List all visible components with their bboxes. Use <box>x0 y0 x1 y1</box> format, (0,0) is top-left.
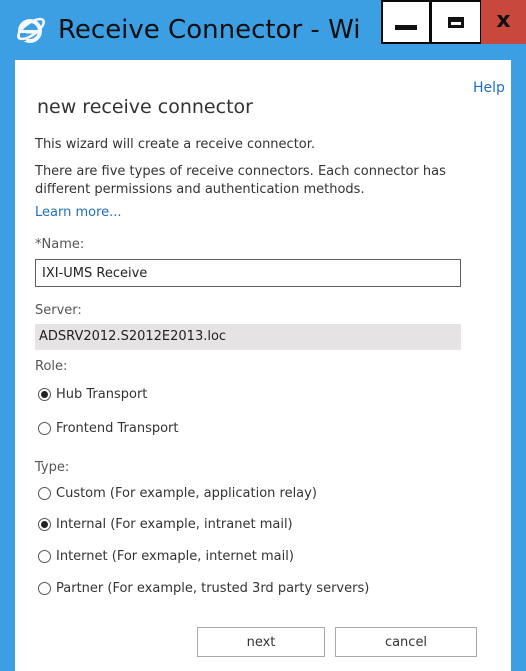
window-title: Receive Connector - Wi <box>58 15 361 45</box>
role-label: Role: <box>35 359 68 374</box>
role-option-frontend-transport[interactable]: Frontend Transport <box>38 421 179 436</box>
name-input[interactable] <box>35 259 461 287</box>
internet-explorer-icon <box>16 17 46 43</box>
help-link[interactable]: Help <box>473 80 505 96</box>
close-button[interactable]: x <box>481 0 526 44</box>
server-field: ADSRV2012.S2012E2013.loc <box>35 324 461 350</box>
server-label: Server: <box>35 303 82 318</box>
next-button[interactable]: next <box>197 627 325 657</box>
title-bar: Receive Connector - Wi x <box>0 0 526 60</box>
close-icon: x <box>496 7 511 33</box>
type-option-internet[interactable]: Internet (For exmaple, internet mail) <box>38 549 294 564</box>
radio-unselected-icon[interactable] <box>38 582 51 595</box>
radio-label: Internet (For exmaple, internet mail) <box>56 549 294 564</box>
minimize-icon <box>395 24 417 30</box>
type-option-partner[interactable]: Partner (For example, trusted 3rd party … <box>38 581 369 596</box>
radio-unselected-icon[interactable] <box>38 422 51 435</box>
type-option-custom[interactable]: Custom (For example, application relay) <box>38 486 317 501</box>
maximize-button[interactable] <box>430 0 482 44</box>
description-text: There are five types of receive connecto… <box>35 164 446 197</box>
radio-label: Partner (For example, trusted 3rd party … <box>56 581 370 596</box>
wizard-panel: Help new receive connector This wizard w… <box>15 60 511 671</box>
minimize-button[interactable] <box>381 0 431 44</box>
radio-selected-icon[interactable] <box>38 518 51 531</box>
cancel-button[interactable]: cancel <box>335 627 477 657</box>
maximize-icon <box>448 16 464 28</box>
learn-more-link[interactable]: Learn more... <box>35 205 122 220</box>
intro-text: This wizard will create a receive connec… <box>35 137 316 152</box>
page-title: new receive connector <box>37 96 253 118</box>
radio-selected-icon[interactable] <box>38 388 51 401</box>
name-label: *Name: <box>35 237 85 252</box>
type-option-internal[interactable]: Internal (For example, intranet mail) <box>38 517 293 532</box>
radio-unselected-icon[interactable] <box>38 550 51 563</box>
radio-label: Internal (For example, intranet mail) <box>56 517 293 532</box>
type-label: Type: <box>35 460 70 475</box>
radio-label: Custom (For example, application relay) <box>56 486 317 501</box>
radio-label: Frontend Transport <box>56 421 179 436</box>
role-option-hub-transport[interactable]: Hub Transport <box>38 387 147 402</box>
radio-label: Hub Transport <box>56 387 148 402</box>
radio-unselected-icon[interactable] <box>38 487 51 500</box>
